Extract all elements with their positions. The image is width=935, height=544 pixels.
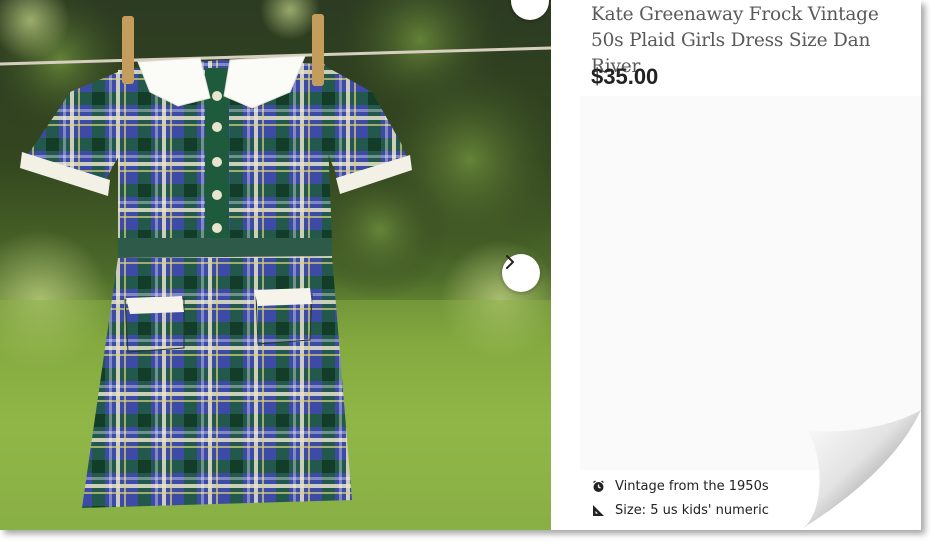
page-curl-decoration xyxy=(800,410,921,530)
listing-details: Vintage from the 1950s Size: 5 us kids' … xyxy=(591,474,769,522)
next-image-button[interactable] xyxy=(502,254,540,292)
ruler-icon xyxy=(591,503,605,517)
detail-size: Size: 5 us kids' numeric xyxy=(591,498,769,522)
dress-image xyxy=(0,0,551,530)
listing-price: $35.00 xyxy=(591,64,659,89)
listing-card: Kate Greenaway Frock Vintage 50s Plaid G… xyxy=(0,0,921,530)
detail-vintage: Vintage from the 1950s xyxy=(591,474,769,498)
chevron-right-icon xyxy=(506,255,514,269)
clock-icon xyxy=(591,479,605,493)
product-photo[interactable] xyxy=(0,0,551,530)
detail-size-text: Size: 5 us kids' numeric xyxy=(615,502,769,518)
detail-vintage-text: Vintage from the 1950s xyxy=(615,478,769,494)
